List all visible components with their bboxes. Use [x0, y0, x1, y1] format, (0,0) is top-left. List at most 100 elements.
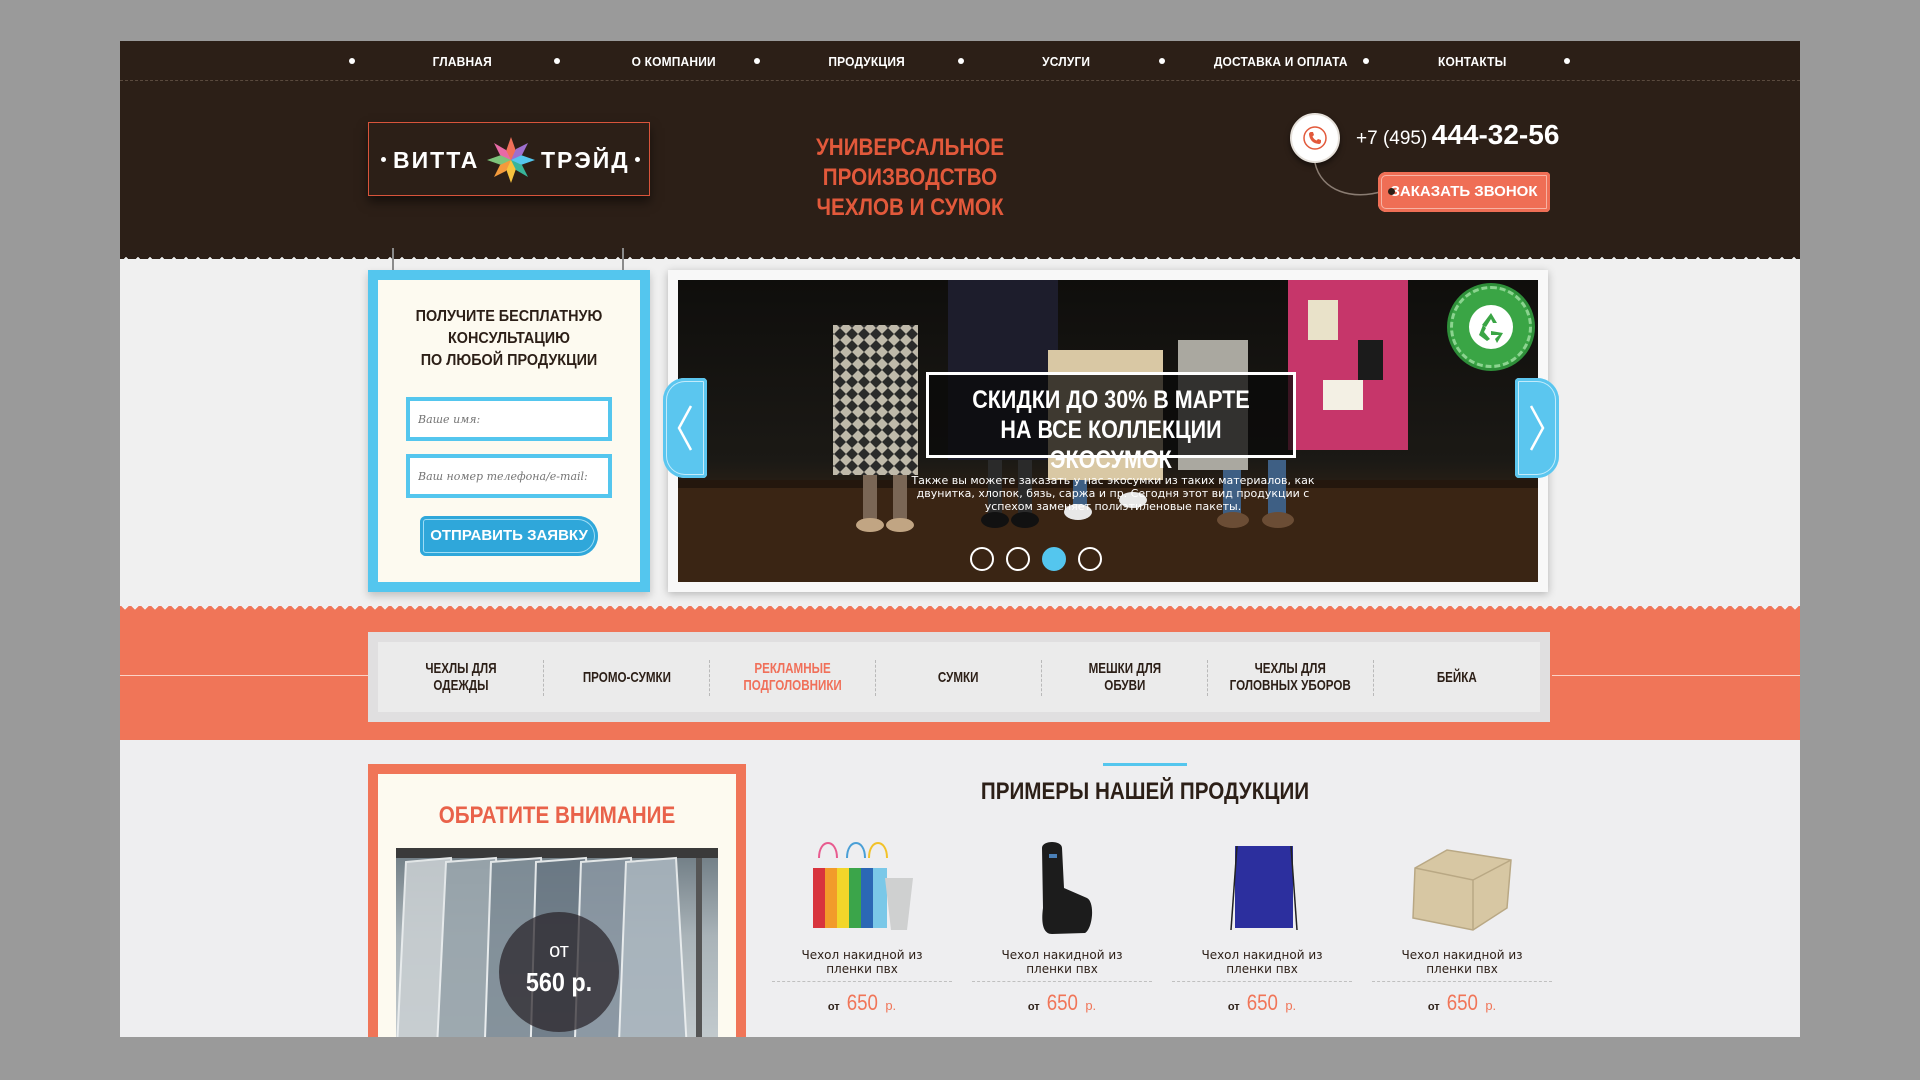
bottom-section: ОБРАТИТЕ ВНИМАНИЕ от 560 р. ПРИМЕРЫ НАШЕ… — [120, 740, 1800, 1037]
product-price: от 650 р. — [1227, 990, 1297, 1015]
nav-item-contacts[interactable]: КОНТАКТЫ — [1438, 54, 1507, 69]
category-label: РЕКЛАМНЫЕ — [754, 660, 831, 677]
category-label: ОБУВИ — [1103, 677, 1146, 694]
category-label: ГОЛОВНЫХ УБОРОВ — [1229, 677, 1352, 694]
category-label: ПРОМО-СУМКИ — [582, 668, 671, 686]
notice-image: от 560 р. — [396, 848, 718, 1037]
phone-email-input[interactable] — [406, 454, 612, 498]
category-label: МЕШКИ ДЛЯ — [1088, 660, 1161, 677]
logo-dot — [381, 157, 386, 162]
category-label: СУМКИ — [938, 668, 979, 686]
product-divider — [1372, 981, 1552, 982]
logo-dot — [635, 157, 640, 162]
site-tagline: УНИВЕРСАЛЬНОЕ ПРОИЗВОДСТВО ЧЕХЛОВ И СУМО… — [747, 133, 1074, 223]
phone-number[interactable]: +7 (495) 444-32-56 — [1356, 119, 1559, 151]
hanger-string — [622, 248, 624, 270]
product-card[interactable]: Чехол накидной из пленки пвх от 650 р. — [772, 838, 952, 1037]
phone-main: 444-32-56 — [1431, 119, 1560, 150]
product-name: Чехол накидной из пленки пвх — [801, 948, 923, 976]
slider-next-button[interactable] — [1515, 378, 1559, 478]
eco-product-badge — [1450, 286, 1532, 368]
slider-dot[interactable] — [970, 547, 994, 571]
nav-item-delivery[interactable]: ДОСТАВКА И ОПЛАТА — [1214, 54, 1348, 69]
category-menu: ЧЕХЛЫ ДЛЯ ОДЕЖДЫ ПРОМО-СУМКИ РЕКЛАМНЫЕ ПОД… — [368, 632, 1550, 722]
category-label: ЧЕХЛЫ ДЛЯ — [1254, 660, 1327, 677]
product-price: от 650 р. — [1027, 990, 1097, 1015]
nav-item-products[interactable]: ПРОДУКЦИЯ — [828, 54, 905, 69]
product-price: от 650 р. — [1427, 990, 1497, 1015]
chevron-right-icon — [1529, 405, 1545, 451]
price-value: 560 р. — [525, 967, 593, 997]
category-bias-tape[interactable]: БЕЙКА — [1374, 642, 1540, 712]
nav-separator-dot — [1363, 58, 1369, 64]
product-name: Чехол накидной из пленки пвх — [1001, 948, 1123, 976]
slider-dot-active[interactable] — [1042, 547, 1066, 571]
slider-prev-button[interactable] — [663, 378, 707, 478]
price-prefix: от — [549, 940, 569, 962]
product-price: от 650 р. — [827, 990, 897, 1015]
nav-separator-dot — [958, 58, 964, 64]
slide-headline-line: СКИДКИ ДО 30% В МАРТЕ — [972, 386, 1250, 414]
nav-separator-dot — [1159, 58, 1165, 64]
category-bags[interactable]: СУМКИ — [876, 642, 1041, 712]
category-label: БЕЙКА — [1437, 668, 1477, 686]
consultation-form: ПОЛУЧИТЕ БЕСПЛАТНУЮ КОНСУЛЬТАЦИЮ ПО ЛЮБО… — [368, 248, 650, 592]
product-name: Чехол накидной из пленки пвх — [1401, 948, 1523, 976]
category-hat-covers[interactable]: ЧЕХЛЫ ДЛЯ ГОЛОВНЫХ УБОРОВ — [1208, 642, 1373, 712]
tagline-line: УНИВЕРСАЛЬНОЕ ПРОИЗВОДСТВО — [815, 134, 1005, 191]
product-image-seat-cover — [1042, 842, 1093, 934]
category-label: ОДЕЖДЫ — [432, 677, 489, 694]
slider-dot[interactable] — [1006, 547, 1030, 571]
consultation-title-line: ПОЛУЧИТЕ БЕСПЛАТНУЮ — [415, 308, 603, 325]
phone-code: +7 (495) — [1356, 128, 1428, 149]
product-card[interactable]: Чехол накидной из пленки пвх от 650 р. — [1172, 838, 1352, 1037]
consultation-title-line: КОНСУЛЬТАЦИЮ — [447, 330, 571, 347]
top-navigation: ГЛАВНАЯ О КОМПАНИИ ПРОДУКЦИЯ УСЛУГИ ДОСТ… — [120, 41, 1800, 81]
product-name: Чехол накидной из пленки пвх — [1201, 948, 1323, 976]
order-callback-button[interactable]: ЗАКАЗАТЬ ЗВОНОК — [1378, 172, 1550, 212]
product-image-bags — [813, 842, 913, 930]
slide-headline: СКИДКИ ДО 30% В МАРТЕ НА ВСЕ КОЛЛЕКЦИИ Э… — [926, 372, 1296, 474]
category-clothing-covers[interactable]: ЧЕХЛЫ ДЛЯ ОДЕЖДЫ — [378, 642, 543, 712]
product-card[interactable]: Чехол накидной из пленки пвх от 650 р. — [972, 838, 1152, 1037]
slide-image: СКИДКИ ДО 30% В МАРТЕ НА ВСЕ КОЛЛЕКЦИИ Э… — [678, 280, 1538, 582]
promo-slider: СКИДКИ ДО 30% В МАРТЕ НА ВСЕ КОЛЛЕКЦИИ Э… — [668, 270, 1548, 592]
nav-item-services[interactable]: УСЛУГИ — [1042, 54, 1090, 69]
category-shoe-bags[interactable]: МЕШКИ ДЛЯ ОБУВИ — [1042, 642, 1207, 712]
category-promo-bags[interactable]: ПРОМО-СУМКИ — [544, 642, 709, 712]
submit-request-button[interactable]: ОТПРАВИТЬ ЗАЯВКУ — [420, 516, 598, 556]
product-card[interactable]: Чехол накидной из пленки пвх от 650 р. — [1372, 838, 1552, 1037]
tagline-line: ЧЕХЛОВ И СУМОК — [816, 194, 1004, 221]
category-label: ПОДГОЛОВНИКИ — [743, 677, 842, 694]
decor-line — [1552, 675, 1800, 676]
category-label: ЧЕХЛЫ ДЛЯ — [424, 660, 497, 677]
phone-icon — [1303, 126, 1327, 150]
chevron-left-icon — [677, 405, 693, 451]
slide-description: Также вы можете заказать у нас экосумки … — [911, 474, 1315, 513]
slide-headline-line: НА ВСЕ КОЛЛЕКЦИИ ЭКОСУМОК — [1000, 416, 1222, 474]
category-headrest-covers[interactable]: РЕКЛАМНЫЕ ПОДГОЛОВНИКИ — [710, 642, 875, 712]
nav-separator-dot — [754, 58, 760, 64]
category-band: ЧЕХЛЫ ДЛЯ ОДЕЖДЫ ПРОМО-СУМКИ РЕКЛАМНЫЕ ПОД… — [120, 606, 1800, 740]
products-section-title: ПРИМЕРЫ НАШЕЙ ПРОДУКЦИИ — [980, 778, 1310, 805]
product-divider — [972, 981, 1152, 982]
nav-separator-dot — [554, 58, 560, 64]
nav-separator-dot — [349, 58, 355, 64]
nav-separator-dot — [1564, 58, 1570, 64]
logo-text-left: ВИТТА — [393, 147, 480, 173]
site-logo[interactable]: ВИТТА ТРЭЙД — [368, 122, 650, 196]
consultation-title: ПОЛУЧИТЕ БЕСПЛАТНУЮ КОНСУЛЬТАЦИЮ ПО ЛЮБО… — [391, 306, 627, 372]
logo-text-right: ТРЭЙД — [541, 147, 630, 173]
product-image-drawstring-bag — [1230, 845, 1298, 931]
slider-dot[interactable] — [1078, 547, 1102, 571]
name-input[interactable] — [406, 397, 612, 441]
nav-item-home[interactable]: ГЛАВНАЯ — [433, 54, 492, 69]
notice-title: ОБРАТИТЕ ВНИМАНИЕ — [438, 802, 676, 829]
notice-panel[interactable]: ОБРАТИТЕ ВНИМАНИЕ от 560 р. — [368, 764, 746, 1037]
product-divider — [772, 981, 952, 982]
site-header: ГЛАВНАЯ О КОМПАНИИ ПРОДУКЦИЯ УСЛУГИ ДОСТ… — [120, 41, 1800, 259]
nav-item-about[interactable]: О КОМПАНИИ — [632, 54, 716, 69]
logo-star-icon — [487, 137, 535, 183]
category-menu-inner: ЧЕХЛЫ ДЛЯ ОДЕЖДЫ ПРОМО-СУМКИ РЕКЛАМНЫЕ ПОД… — [378, 642, 1540, 712]
decor-line — [120, 675, 370, 676]
